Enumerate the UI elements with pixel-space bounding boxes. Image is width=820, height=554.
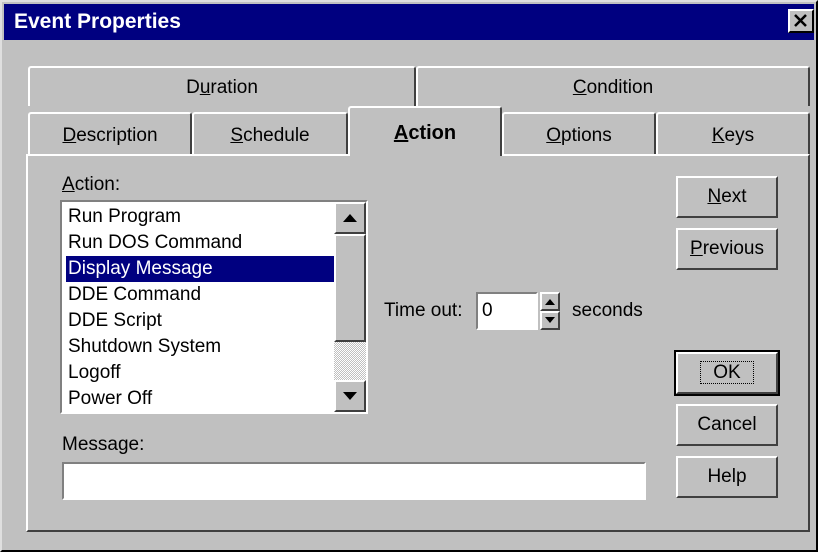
tab-keys[interactable]: Keys bbox=[656, 112, 810, 154]
arrow-up-icon bbox=[343, 214, 357, 222]
tab-description[interactable]: Description bbox=[28, 112, 192, 154]
spin-down-button[interactable] bbox=[540, 311, 560, 330]
action-listbox[interactable]: Run Program Run DOS Command Display Mess… bbox=[60, 200, 368, 414]
help-button[interactable]: Help bbox=[676, 456, 778, 498]
ok-button-face: OK bbox=[676, 352, 778, 394]
tab-duration[interactable]: Duration bbox=[28, 66, 416, 106]
tab-schedule[interactable]: Schedule bbox=[192, 112, 348, 154]
tab-action[interactable]: Action bbox=[348, 106, 502, 156]
ok-button[interactable]: OK bbox=[674, 350, 780, 396]
spin-down-icon bbox=[545, 317, 555, 323]
message-label: Message: bbox=[62, 434, 145, 455]
list-item[interactable]: Shutdown System bbox=[66, 334, 366, 360]
timeout-label: Time out: bbox=[384, 300, 463, 321]
list-item[interactable]: Run DOS Command bbox=[66, 230, 366, 256]
scroll-up-button[interactable] bbox=[334, 202, 366, 234]
list-item-selected[interactable]: Display Message bbox=[66, 256, 366, 282]
close-button[interactable] bbox=[788, 9, 814, 33]
previous-button[interactable]: Previous bbox=[676, 228, 778, 270]
window-title: Event Properties bbox=[14, 10, 181, 33]
next-button[interactable]: Next bbox=[676, 176, 778, 218]
close-icon bbox=[794, 14, 807, 27]
list-item[interactable]: DDE Command bbox=[66, 282, 366, 308]
list-item[interactable]: Power Off bbox=[66, 386, 366, 412]
timeout-unit-label: seconds bbox=[572, 300, 643, 321]
scroll-down-button[interactable] bbox=[334, 380, 366, 412]
timeout-spinner[interactable] bbox=[540, 292, 560, 330]
timeout-input[interactable]: 0 bbox=[476, 292, 538, 330]
list-scrollbar[interactable] bbox=[334, 202, 366, 412]
tab-options[interactable]: Options bbox=[502, 112, 656, 154]
action-label: Action: bbox=[62, 174, 121, 195]
scroll-thumb[interactable] bbox=[334, 234, 366, 342]
message-input[interactable] bbox=[62, 462, 646, 500]
arrow-down-icon bbox=[343, 392, 357, 400]
cancel-button[interactable]: Cancel bbox=[676, 404, 778, 446]
list-item[interactable]: DDE Script bbox=[66, 308, 366, 334]
title-bar[interactable]: Event Properties bbox=[4, 4, 814, 40]
list-item[interactable]: Run Program bbox=[66, 204, 366, 230]
spin-up-icon bbox=[545, 299, 555, 305]
tab-condition[interactable]: Condition bbox=[416, 66, 810, 106]
spin-up-button[interactable] bbox=[540, 292, 560, 311]
list-item[interactable]: Logoff bbox=[66, 360, 366, 386]
